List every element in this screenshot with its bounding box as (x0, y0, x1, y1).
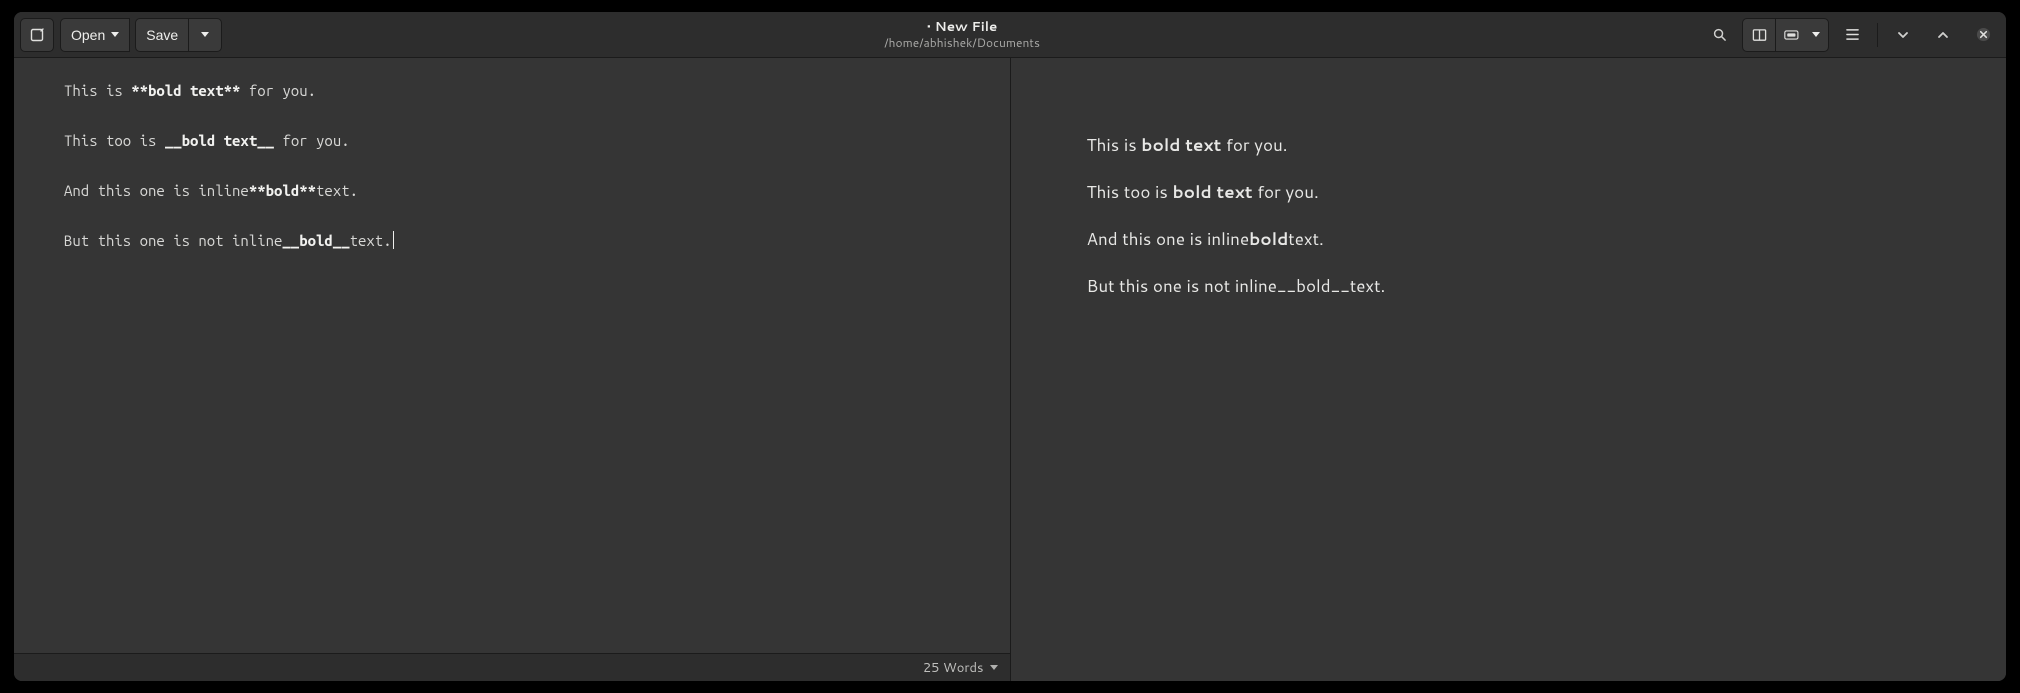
statusbar: 25 Words (14, 653, 1010, 681)
preview-pane: This is bold text for you. This too is bo… (1011, 58, 2007, 681)
window-minimize-button[interactable] (1886, 18, 1920, 52)
divider (1877, 23, 1878, 47)
app-window: Open Save • New File /home/abhishek/Docu… (14, 12, 2006, 681)
dropdown-caret-icon (1812, 32, 1820, 37)
text-cursor (393, 231, 394, 249)
dropdown-caret-icon (201, 32, 209, 37)
window-close-button[interactable] (1966, 18, 2000, 52)
preview-content: This is bold text for you. This too is bo… (1011, 58, 2007, 681)
chevron-down-icon (1896, 28, 1910, 42)
editor-pane: This is **bold text** for you. This too … (14, 58, 1011, 681)
close-icon (1976, 27, 1991, 42)
chevron-up-icon (1936, 28, 1950, 42)
content-area: This is **bold text** for you. This too … (14, 58, 2006, 681)
word-count-label[interactable]: 25 Words (923, 659, 984, 677)
editor-line: This too is __bold text__ for you. (64, 128, 960, 153)
hamburger-icon (1845, 28, 1860, 41)
editor-line: But this one is not inline__bold__text. (64, 228, 960, 253)
preview-paragraph: But this one is not inline__bold__text. (1087, 275, 1947, 298)
save-button-group: Save (135, 18, 222, 52)
new-tab-button[interactable] (20, 18, 54, 52)
save-button-label: Save (146, 27, 178, 43)
view-mode-group (1742, 18, 1829, 52)
editor-line (64, 203, 960, 228)
new-tab-icon (29, 27, 45, 43)
preview-paragraph: And this one is inlineboldtext. (1087, 228, 1947, 251)
editor-line: This is **bold text** for you. (64, 78, 960, 103)
split-view-button[interactable] (1742, 18, 1776, 52)
window-maximize-button[interactable] (1926, 18, 1960, 52)
hamburger-menu-button[interactable] (1835, 18, 1869, 52)
preview-paragraph: This too is bold text for you. (1087, 181, 1947, 204)
preview-paragraph: This is bold text for you. (1087, 134, 1947, 157)
dropdown-caret-icon (990, 665, 998, 670)
toolbar-icon (1784, 29, 1802, 41)
window-title: • New File (927, 20, 998, 35)
titlebar-center: • New File /home/abhishek/Documents (222, 20, 1702, 49)
titlebar-left: Open Save (20, 18, 222, 52)
view-mode-menu-button[interactable] (1775, 18, 1829, 52)
editor-line (64, 153, 960, 178)
open-button-group: Open (60, 18, 129, 52)
editor-line: And this one is inline**bold**text. (64, 178, 960, 203)
save-button[interactable]: Save (135, 18, 189, 52)
dropdown-caret-icon (111, 32, 119, 37)
open-button-label: Open (71, 27, 105, 43)
window-path: /home/abhishek/Documents (884, 36, 1040, 49)
open-button[interactable]: Open (60, 18, 130, 52)
save-menu-button[interactable] (188, 18, 222, 52)
titlebar-right (1702, 18, 2000, 52)
editor-textarea[interactable]: This is **bold text** for you. This too … (14, 58, 1010, 653)
editor-line (64, 103, 960, 128)
search-button[interactable] (1702, 18, 1736, 52)
titlebar: Open Save • New File /home/abhishek/Docu… (14, 12, 2006, 58)
split-layout-icon (1752, 28, 1767, 42)
search-icon (1712, 27, 1727, 42)
